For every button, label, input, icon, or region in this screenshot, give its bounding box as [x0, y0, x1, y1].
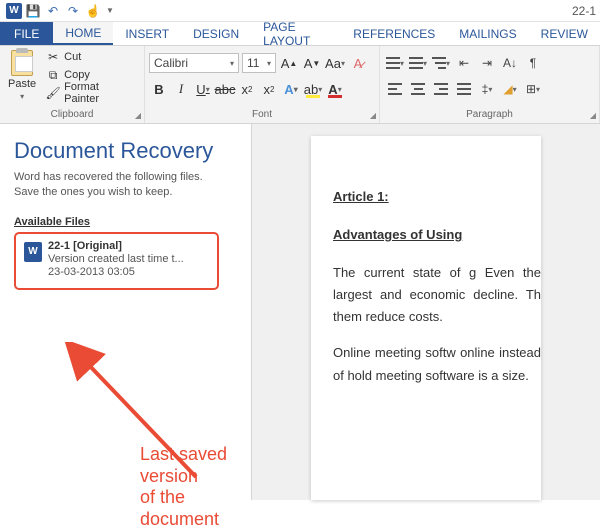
paste-label: Paste	[8, 78, 36, 90]
format-painter-button[interactable]: 🖌 Format Painter	[42, 84, 140, 102]
chevron-down-icon: ▾	[267, 59, 271, 68]
show-marks-button[interactable]: ¶	[522, 52, 544, 74]
strikethrough-button[interactable]: abc	[215, 78, 235, 100]
align-right-button[interactable]	[430, 78, 452, 100]
qat-customize-dropdown[interactable]: ▼	[106, 6, 114, 15]
font-launcher-icon[interactable]: ◢	[370, 111, 376, 120]
align-center-button[interactable]	[407, 78, 429, 100]
subscript-button[interactable]: x2	[237, 78, 257, 100]
multilevel-list-button[interactable]: ▾	[430, 52, 452, 74]
paste-dropdown-icon[interactable]: ▾	[20, 92, 24, 101]
clear-formatting-button[interactable]: A̷	[348, 52, 368, 74]
copy-label: Copy	[64, 69, 90, 81]
group-label-paragraph: Paragraph	[384, 107, 595, 123]
increase-indent-button[interactable]: ⇥	[476, 52, 498, 74]
paste-icon	[11, 50, 33, 76]
font-size-select[interactable]: 11 ▾	[242, 53, 276, 73]
bullets-button[interactable]: ▾	[384, 52, 406, 74]
doc-paragraph-1: The current state of g Even the largest …	[333, 262, 541, 328]
tab-home[interactable]: HOME	[53, 22, 113, 45]
cut-icon: ✂	[46, 50, 60, 64]
word-doc-icon: W	[24, 242, 42, 262]
doc-heading-2: Advantages of Using	[333, 224, 541, 246]
clipboard-launcher-icon[interactable]: ◢	[135, 111, 141, 120]
word-app-icon: W	[6, 3, 22, 19]
tab-design[interactable]: DESIGN	[181, 22, 251, 45]
touch-mode-icon[interactable]: ☝	[84, 2, 102, 20]
chevron-down-icon: ▾	[230, 59, 234, 68]
recovery-file-item[interactable]: W 22-1 [Original] Version created last t…	[14, 232, 219, 290]
redo-icon[interactable]: ↷	[64, 2, 82, 20]
document-title: 22-1	[572, 4, 596, 18]
recovery-file-desc: Version created last time t...	[48, 253, 184, 265]
tab-insert[interactable]: INSERT	[113, 22, 181, 45]
tab-mailings[interactable]: MAILINGS	[447, 22, 528, 45]
annotation-text: Last saved version of the document	[140, 444, 251, 530]
line-spacing-button[interactable]: ‡▾	[476, 78, 498, 100]
paste-button[interactable]: Paste ▾	[4, 48, 40, 103]
tab-page-layout[interactable]: PAGE LAYOUT	[251, 22, 341, 45]
font-family-select[interactable]: Calibri ▾	[149, 53, 239, 73]
annotation-line2: of the document	[140, 487, 251, 530]
tab-review[interactable]: REVIEW	[529, 22, 600, 45]
superscript-button[interactable]: x2	[259, 78, 279, 100]
font-color-button[interactable]: A▾	[325, 78, 345, 100]
format-painter-icon: 🖌	[46, 86, 60, 100]
doc-heading-1: Article 1:	[333, 186, 541, 208]
tab-references[interactable]: REFERENCES	[341, 22, 447, 45]
group-label-clipboard: Clipboard	[4, 107, 140, 123]
align-left-button[interactable]	[384, 78, 406, 100]
doc-paragraph-2: Online meeting softw online instead of h…	[333, 342, 541, 386]
ribbon: Paste ▾ ✂ Cut ⧉ Copy 🖌 Format Painter Cl…	[0, 46, 600, 124]
bold-button[interactable]: B	[149, 78, 169, 100]
annotation-line1: Last saved version	[140, 444, 251, 487]
numbering-button[interactable]: ▾	[407, 52, 429, 74]
copy-icon: ⧉	[46, 68, 60, 82]
grow-font-button[interactable]: A▲	[279, 52, 299, 74]
decrease-indent-button[interactable]: ⇤	[453, 52, 475, 74]
paragraph-launcher-icon[interactable]: ◢	[590, 111, 596, 120]
group-label-font: Font	[149, 107, 375, 123]
font-family-value: Calibri	[154, 56, 188, 70]
font-size-value: 11	[247, 56, 259, 70]
change-case-button[interactable]: Aa▾	[325, 52, 345, 74]
text-effects-button[interactable]: A▾	[281, 78, 301, 100]
justify-button[interactable]	[453, 78, 475, 100]
recovery-subtitle-2: Save the ones you wish to keep.	[14, 185, 237, 200]
recovery-subtitle-1: Word has recovered the following files.	[14, 170, 237, 185]
tab-file[interactable]: FILE	[0, 22, 53, 45]
ribbon-tabs: FILE HOME INSERT DESIGN PAGE LAYOUT REFE…	[0, 22, 600, 46]
document-page[interactable]: Article 1: Advantages of Using The curre…	[311, 136, 541, 500]
recovery-file-name: 22-1 [Original]	[48, 240, 184, 252]
sort-button[interactable]: A↓	[499, 52, 521, 74]
format-painter-label: Format Painter	[64, 81, 136, 105]
highlight-button[interactable]: ab▾	[303, 78, 323, 100]
recovery-file-date: 23-03-2013 03:05	[48, 266, 184, 278]
undo-icon[interactable]: ↶	[44, 2, 62, 20]
italic-button[interactable]: I	[171, 78, 191, 100]
shading-button[interactable]: ◢▾	[499, 78, 521, 100]
document-recovery-pane: Document Recovery Word has recovered the…	[0, 124, 252, 500]
underline-button[interactable]: U▾	[193, 78, 213, 100]
recovery-title: Document Recovery	[14, 138, 237, 164]
available-files-label: Available Files	[14, 216, 237, 228]
save-icon[interactable]: 💾	[24, 2, 42, 20]
cut-label: Cut	[64, 51, 81, 63]
cut-button[interactable]: ✂ Cut	[42, 48, 140, 66]
borders-button[interactable]: ⊞▾	[522, 78, 544, 100]
shrink-font-button[interactable]: A▼	[302, 52, 322, 74]
document-area[interactable]: Article 1: Advantages of Using The curre…	[252, 124, 600, 500]
